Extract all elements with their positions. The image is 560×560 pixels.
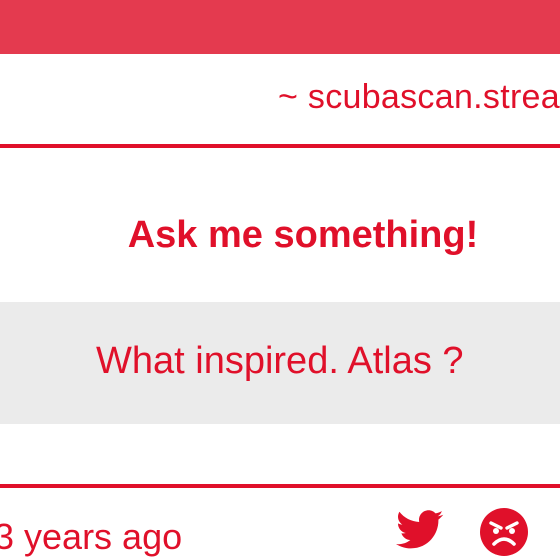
footer-divider xyxy=(0,484,560,488)
top-bar xyxy=(0,0,560,54)
ask-prompt-title: Ask me something! xyxy=(127,214,479,256)
twitter-icon[interactable] xyxy=(396,510,444,550)
angry-face-icon[interactable] xyxy=(478,506,530,558)
question-text: What inspired. Atlas ? xyxy=(96,340,464,382)
site-url-link[interactable]: ~ scubascan.stream xyxy=(278,78,560,117)
page: ~ scubascan.stream Ask me something! Wha… xyxy=(0,0,560,560)
question-timestamp: 3 years ago xyxy=(0,516,183,557)
